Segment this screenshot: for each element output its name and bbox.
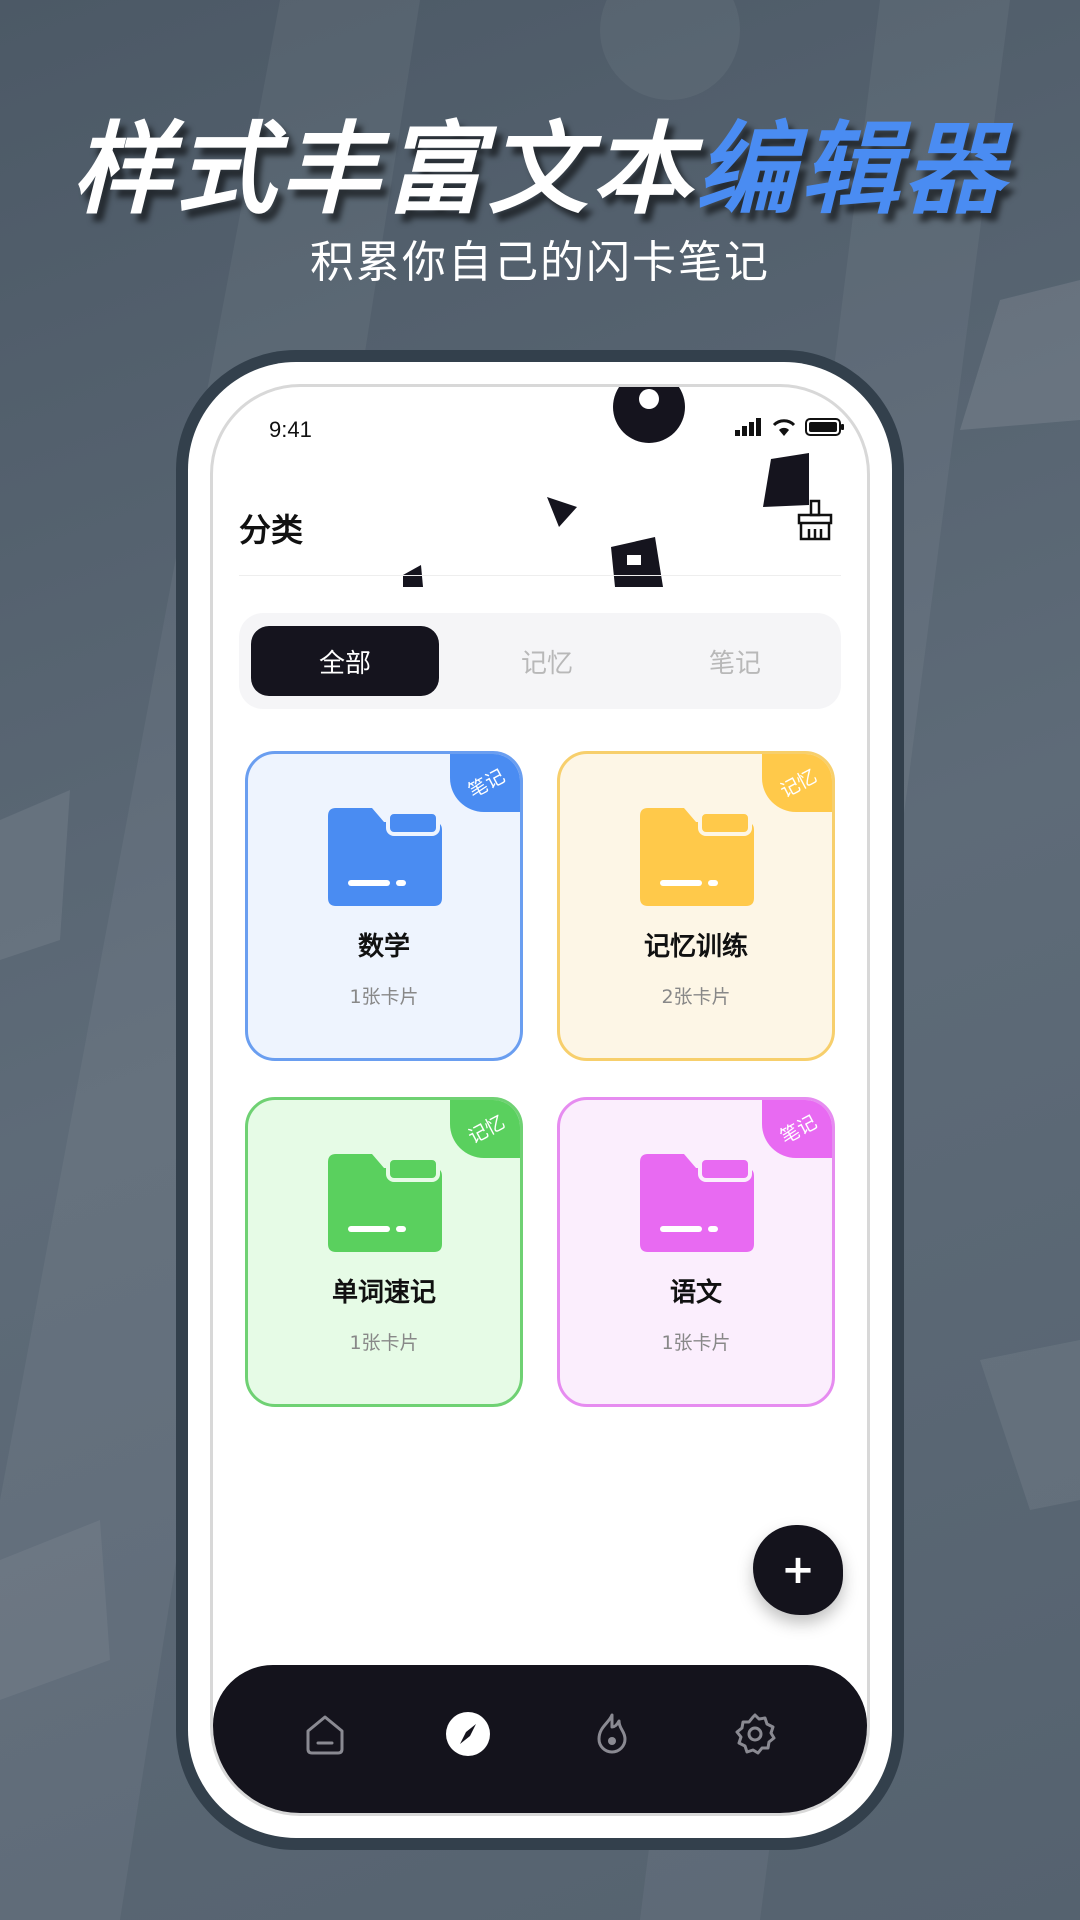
category-card-word-memo[interactable]: 记忆 单词速记 1张卡片 [245, 1097, 523, 1407]
hero-headline: 样式丰富文本编辑器 [0, 88, 1080, 233]
phone-screen: 9:41 分类 全部 记忆 笔记 笔记 数学 1张卡片 记忆 记忆训练 2张卡片… [210, 384, 870, 1816]
tab-discover[interactable] [442, 1708, 494, 1760]
phone-frame: 9:41 分类 全部 记忆 笔记 笔记 数学 1张卡片 记忆 记忆训练 2张卡片… [176, 350, 904, 1850]
category-count: 2张卡片 [661, 986, 731, 1008]
compass-icon [446, 1712, 491, 1756]
category-badge: 笔记 [762, 1100, 832, 1158]
page-title: 分类 [239, 511, 304, 549]
category-title: 语文 [669, 1278, 722, 1308]
bottom-tab-bar [213, 1665, 867, 1813]
gear-icon [735, 1713, 776, 1755]
phone-bezel: 9:41 分类 全部 记忆 笔记 笔记 数学 1张卡片 记忆 记忆训练 2张卡片… [188, 362, 892, 1838]
category-count: 1张卡片 [349, 986, 419, 1008]
segment-all[interactable]: 全部 [251, 626, 439, 696]
folder-icon [328, 808, 442, 906]
category-title: 数学 [357, 932, 410, 962]
segment-notes[interactable]: 笔记 [641, 626, 829, 696]
status-time: 9:41 [269, 417, 312, 442]
category-count: 1张卡片 [349, 1332, 419, 1354]
category-title: 单词速记 [331, 1278, 436, 1308]
flame-icon [597, 1713, 627, 1754]
category-title: 记忆训练 [643, 932, 748, 962]
tab-home[interactable] [299, 1708, 351, 1760]
tab-hot[interactable] [586, 1708, 638, 1760]
category-badge: 笔记 [450, 754, 520, 812]
category-card-math[interactable]: 笔记 数学 1张卡片 [245, 751, 523, 1061]
tab-settings[interactable] [729, 1708, 781, 1760]
category-badge: 记忆 [450, 1100, 520, 1158]
category-card-memory-training[interactable]: 记忆 记忆训练 2张卡片 [557, 751, 835, 1061]
category-badge: 记忆 [762, 754, 832, 812]
headline-part2: 编辑器 [696, 111, 1008, 228]
signal-icon [735, 418, 761, 436]
header-divider [239, 575, 841, 576]
folder-icon [328, 1154, 442, 1252]
battery-icon [805, 418, 844, 436]
category-card-chinese[interactable]: 笔记 语文 1张卡片 [557, 1097, 835, 1407]
category-count: 1张卡片 [661, 1332, 731, 1354]
folder-icon [640, 808, 754, 906]
segment-memory[interactable]: 记忆 [453, 626, 641, 696]
status-icons [735, 417, 845, 437]
broom-icon[interactable] [793, 499, 837, 543]
headline-part1: 样式丰富文本 [72, 111, 696, 228]
home-icon [306, 1715, 344, 1755]
folder-icon [640, 1154, 754, 1252]
hero-subheadline: 积累你自己的闪卡笔记 [310, 237, 770, 288]
wifi-icon [772, 419, 796, 436]
add-category-button[interactable]: + [753, 1525, 843, 1615]
segment-control: 全部 记忆 笔记 [239, 613, 841, 709]
